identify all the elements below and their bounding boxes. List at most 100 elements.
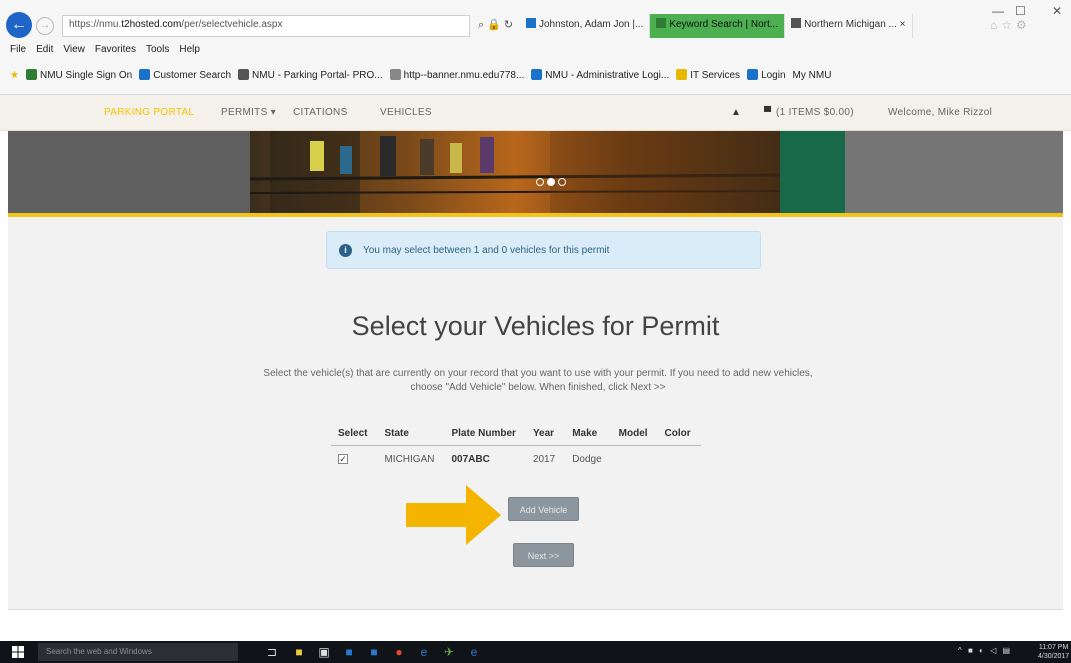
clock-time: 11:07 PM	[1038, 644, 1069, 651]
favorite-label: NMU - Administrative Logi...	[545, 70, 670, 81]
back-arrow-icon[interactable]: ←	[6, 12, 32, 38]
carousel-dots	[536, 178, 566, 186]
store-icon[interactable]: ▣	[318, 646, 330, 658]
favorite-favicon-icon	[389, 69, 401, 80]
word-icon[interactable]: ■	[368, 646, 380, 658]
carousel-dot-active[interactable]	[547, 178, 555, 186]
address-tools[interactable]: ⌕🔒↻	[478, 18, 516, 32]
task-view-icon[interactable]: ⊐	[266, 646, 278, 658]
hero-image	[249, 131, 781, 213]
next-button[interactable]: Next >>	[513, 543, 574, 567]
file-explorer-icon[interactable]: ■	[293, 646, 305, 658]
plate-cell: 007ABC	[451, 454, 490, 465]
menu-item[interactable]: Edit	[36, 44, 53, 62]
alert-message: You may select between 1 and 0 vehicles …	[363, 245, 610, 256]
cart-icon[interactable]: ▀	[764, 107, 771, 118]
star-icon[interactable]: ☆	[1001, 18, 1016, 32]
info-icon: i	[339, 244, 352, 257]
browser-tab[interactable]: Keyword Search | Nort...	[650, 14, 786, 38]
search-icon[interactable]: ⌕	[478, 19, 487, 31]
table-row: ✓ MICHIGAN 007ABC 2017 Dodge	[331, 446, 701, 470]
favorite-favicon-icon	[139, 69, 151, 80]
tab-label: Keyword Search | Nort...	[669, 19, 779, 30]
column-header: Color	[657, 426, 701, 446]
favorite-link[interactable]: NMU - Parking Portal- PRO...	[238, 69, 383, 81]
carousel-dot[interactable]	[558, 178, 566, 186]
browser-tab[interactable]: Johnston, Adam Jon |...	[520, 14, 651, 38]
refresh-icon[interactable]: ↻	[504, 19, 516, 31]
hero-green-panel	[780, 131, 845, 213]
close-button[interactable]: ✕	[1052, 4, 1062, 18]
forward-arrow-icon[interactable]: →	[36, 17, 54, 35]
favorite-link[interactable]: http--banner.nmu.edu778...	[389, 69, 525, 81]
tab-strip: Johnston, Adam Jon |... Keyword Search | …	[520, 14, 913, 40]
favorite-favicon-icon	[747, 69, 759, 80]
model-cell	[612, 446, 658, 470]
tab-label: Johnston, Adam Jon |...	[539, 19, 644, 30]
favorite-link[interactable]: Login	[747, 69, 786, 81]
chrome-icon[interactable]: ●	[393, 646, 405, 658]
page-title: Select your Vehicles for Permit	[351, 311, 720, 341]
favorite-link[interactable]: NMU Single Sign On	[25, 69, 133, 81]
browser-chrome: ← → https://nmu.t2hosted.com/per/selectv…	[0, 0, 1071, 95]
nav-citations[interactable]: CITATIONS	[293, 107, 348, 118]
welcome-user[interactable]: Welcome, Mike Rizzol	[888, 107, 992, 118]
favorite-link[interactable]: IT Services	[676, 69, 740, 81]
app-icon[interactable]: ✈	[443, 646, 455, 658]
vehicles-table: Select State Plate Number Year Make Model Colo…	[331, 426, 701, 469]
home-icon[interactable]: ⌂	[990, 18, 1001, 32]
make-cell: Dodge	[572, 454, 602, 465]
year-cell: 2017	[532, 454, 556, 465]
browser-toolbar-icons: ⌂☆⚙	[990, 18, 1031, 32]
menu-bar: File Edit View Favorites Tools Help	[0, 44, 200, 62]
cart-link[interactable]: (1 ITEMS $0.00)	[776, 107, 854, 118]
taskbar-clock[interactable]: 11:07 PM 4/30/2017	[1038, 643, 1069, 661]
hero-carousel	[8, 131, 1063, 213]
add-vehicle-button[interactable]: Add Vehicle	[508, 497, 579, 521]
bell-icon[interactable]: ▲	[731, 107, 741, 118]
nav-vehicles[interactable]: VEHICLES	[380, 107, 432, 118]
column-header: Plate Number	[444, 426, 526, 446]
edge-icon[interactable]: e	[468, 646, 480, 658]
browser-tab[interactable]: Northern Michigan ... ×	[785, 14, 913, 38]
ie-icon[interactable]: e	[418, 646, 430, 658]
color-cell	[658, 446, 701, 470]
address-bar[interactable]: https://nmu.t2hosted.com/per/selectvehic…	[62, 15, 470, 37]
column-header: Model	[611, 426, 658, 446]
select-cell: ✓	[331, 446, 377, 470]
favorites-star-icon[interactable]: ★	[10, 70, 19, 81]
favorite-link[interactable]: My NMU	[793, 70, 832, 81]
maximize-button[interactable]: ☐	[1015, 4, 1026, 18]
favorite-link[interactable]: NMU - Administrative Logi...	[531, 69, 669, 81]
tab-favicon-icon	[656, 18, 667, 28]
windows-taskbar: Search the web and Windows ⊐ ■ ▣ ■ ■ ● e…	[0, 641, 1071, 663]
menu-item[interactable]: File	[10, 44, 26, 62]
menu-item[interactable]: View	[63, 44, 85, 62]
system-tray[interactable]: ^ ■ ◐ ◁ ▤	[958, 646, 1012, 655]
column-header: Select	[331, 426, 378, 446]
menu-item[interactable]: Favorites	[95, 44, 136, 62]
favorite-label: http--banner.nmu.edu778...	[403, 70, 525, 81]
hero-right-panel	[845, 131, 1063, 213]
hero-left-panel	[8, 131, 250, 213]
favorite-label: NMU Single Sign On	[39, 70, 133, 81]
menu-item[interactable]: Tools	[146, 44, 169, 62]
menu-item[interactable]: Help	[179, 44, 200, 62]
gear-icon[interactable]: ⚙	[1016, 18, 1031, 32]
nav-permits[interactable]: PERMITS ▾	[221, 107, 276, 118]
favorite-favicon-icon	[238, 69, 250, 80]
favorite-link[interactable]: Customer Search	[139, 69, 231, 81]
url-host: t2hosted.com	[121, 19, 182, 30]
windows-start-icon[interactable]	[12, 646, 24, 658]
url-scheme: https://	[69, 19, 100, 30]
favorites-bar: ★ NMU Single Sign On Customer Search NMU -…	[0, 64, 1071, 86]
vehicle-checkbox[interactable]: ✓	[338, 454, 348, 464]
lock-icon[interactable]: 🔒	[487, 19, 504, 31]
minimize-button[interactable]: —	[992, 4, 1004, 18]
taskbar-search[interactable]: Search the web and Windows	[38, 643, 238, 661]
carousel-dot[interactable]	[536, 178, 544, 186]
pointer-arrow-icon	[406, 485, 501, 545]
url-path: /per/selectvehicle.aspx	[181, 19, 283, 30]
brand-link[interactable]: PARKING PORTAL	[104, 107, 194, 118]
outlook-icon[interactable]: ■	[343, 646, 355, 658]
